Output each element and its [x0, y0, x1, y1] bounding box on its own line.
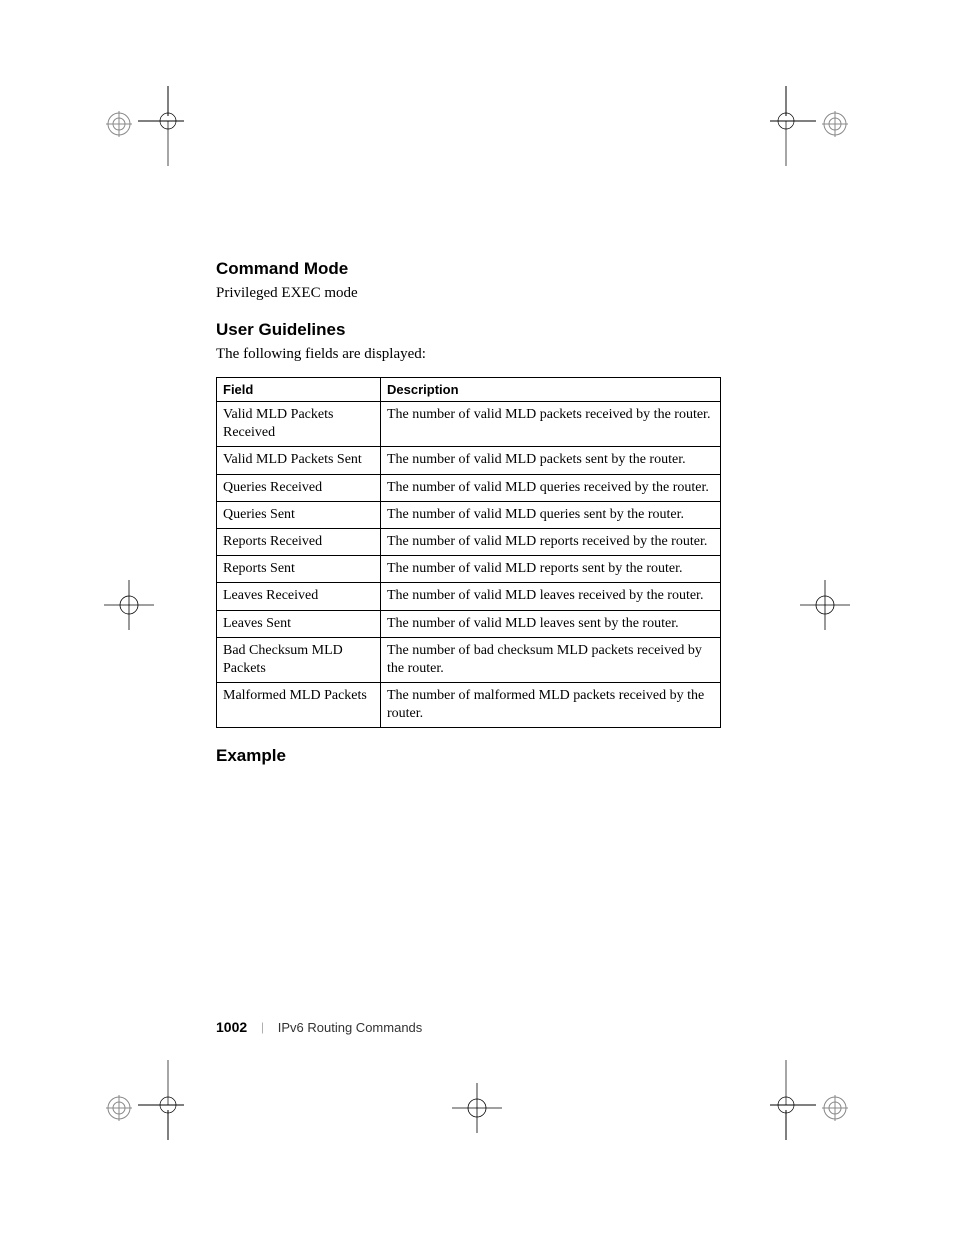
- table-cell-description: The number of bad checksum MLD packets r…: [381, 637, 721, 682]
- table-row: Bad Checksum MLD PacketsThe number of ba…: [217, 637, 721, 682]
- table-cell-description: The number of valid MLD leaves sent by t…: [381, 610, 721, 637]
- table-row: Leaves ReceivedThe number of valid MLD l…: [217, 583, 721, 610]
- table-header-field: Field: [217, 378, 381, 402]
- table-cell-description: The number of valid MLD reports received…: [381, 528, 721, 555]
- table-cell-field: Queries Received: [217, 474, 381, 501]
- registration-mark-top-right: [822, 111, 848, 137]
- table-cell-field: Reports Sent: [217, 556, 381, 583]
- command-mode-heading: Command Mode: [216, 259, 721, 279]
- table-header-description: Description: [381, 378, 721, 402]
- table-row: Leaves SentThe number of valid MLD leave…: [217, 610, 721, 637]
- table-cell-field: Leaves Received: [217, 583, 381, 610]
- registration-mark-top-left: [106, 111, 132, 137]
- table-row: Valid MLD Packets SentThe number of vali…: [217, 447, 721, 474]
- crop-mark-bottom-center: [452, 1083, 502, 1133]
- table-cell-description: The number of malformed MLD packets rece…: [381, 683, 721, 728]
- command-mode-body: Privileged EXEC mode: [216, 285, 721, 302]
- registration-mark-bottom-left: [106, 1095, 132, 1121]
- page-footer: 1002 | IPv6 Routing Commands: [216, 1019, 422, 1035]
- table-cell-field: Leaves Sent: [217, 610, 381, 637]
- table-cell-description: The number of valid MLD reports sent by …: [381, 556, 721, 583]
- page-content: Command Mode Privileged EXEC mode User G…: [216, 259, 721, 774]
- table-row: Malformed MLD PacketsThe number of malfo…: [217, 683, 721, 728]
- command-mode-section: Command Mode Privileged EXEC mode: [216, 259, 721, 302]
- fields-table: Field Description Valid MLD Packets Rece…: [216, 377, 721, 728]
- user-guidelines-section: User Guidelines The following fields are…: [216, 320, 721, 363]
- crop-mark-right-mid: [800, 580, 850, 630]
- user-guidelines-heading: User Guidelines: [216, 320, 721, 340]
- table-cell-field: Valid MLD Packets Received: [217, 402, 381, 447]
- crop-mark-left-mid: [104, 580, 154, 630]
- user-guidelines-body: The following fields are displayed:: [216, 346, 721, 363]
- example-section: Example: [216, 746, 721, 766]
- table-row: Queries ReceivedThe number of valid MLD …: [217, 474, 721, 501]
- registration-mark-bottom-right: [822, 1095, 848, 1121]
- table-row: Reports SentThe number of valid MLD repo…: [217, 556, 721, 583]
- table-cell-description: The number of valid MLD queries received…: [381, 474, 721, 501]
- table-row: Valid MLD Packets ReceivedThe number of …: [217, 402, 721, 447]
- table-cell-field: Bad Checksum MLD Packets: [217, 637, 381, 682]
- table-cell-field: Queries Sent: [217, 501, 381, 528]
- page-number: 1002: [216, 1019, 247, 1035]
- table-row: Queries SentThe number of valid MLD quer…: [217, 501, 721, 528]
- table-header-row: Field Description: [217, 378, 721, 402]
- table-cell-description: The number of valid MLD packets sent by …: [381, 447, 721, 474]
- table-cell-description: The number of valid MLD leaves received …: [381, 583, 721, 610]
- table-cell-description: The number of valid MLD queries sent by …: [381, 501, 721, 528]
- table-cell-field: Malformed MLD Packets: [217, 683, 381, 728]
- table-row: Reports ReceivedThe number of valid MLD …: [217, 528, 721, 555]
- footer-divider: |: [261, 1019, 264, 1035]
- footer-title: IPv6 Routing Commands: [278, 1020, 423, 1035]
- table-cell-field: Valid MLD Packets Sent: [217, 447, 381, 474]
- example-heading: Example: [216, 746, 721, 766]
- table-cell-description: The number of valid MLD packets received…: [381, 402, 721, 447]
- table-cell-field: Reports Received: [217, 528, 381, 555]
